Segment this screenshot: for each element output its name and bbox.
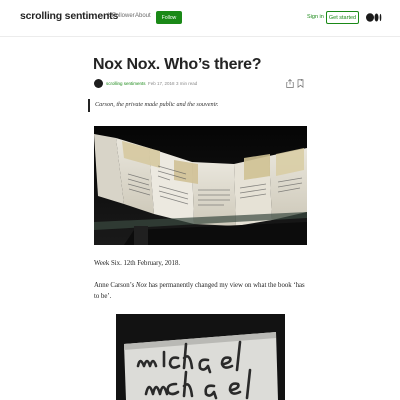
author-avatar[interactable] <box>94 79 103 88</box>
follow-button[interactable]: Follow <box>156 11 182 24</box>
byline-separator: · <box>171 81 173 86</box>
author-name[interactable]: scrolling sentiments <box>106 81 146 86</box>
pull-quote: Carson, the private made public and the … <box>95 101 219 108</box>
paragraph-week: Week Six. 12th February, 2018. <box>94 260 181 267</box>
article-photo-handwriting[interactable] <box>116 314 285 400</box>
book-title-nox: Nox <box>135 282 147 289</box>
bookmark-icon[interactable] <box>297 79 304 88</box>
medium-logo-icon[interactable] <box>366 13 382 22</box>
followers-count[interactable]: 1 Follower <box>107 13 135 19</box>
quote-bar <box>88 99 90 112</box>
paragraph-nox: Anne Carson’s Nox has permanently change… <box>94 280 309 302</box>
read-time: 3 min read <box>176 81 198 86</box>
article-photo-accordion-book[interactable] <box>94 126 307 245</box>
about-link[interactable]: About <box>135 13 151 19</box>
top-bar: scrolling sentiments 1 Follower About Fo… <box>0 0 400 37</box>
publication-name[interactable]: scrolling sentiments <box>20 10 118 22</box>
sign-in-link[interactable]: Sign in <box>307 14 324 20</box>
get-started-button[interactable]: Get started <box>326 11 359 24</box>
article-title: Nox Nox. Who’s there? <box>93 56 262 73</box>
share-icon[interactable] <box>286 79 294 88</box>
paragraph-nox-lead: Anne Carson’s <box>94 282 136 289</box>
